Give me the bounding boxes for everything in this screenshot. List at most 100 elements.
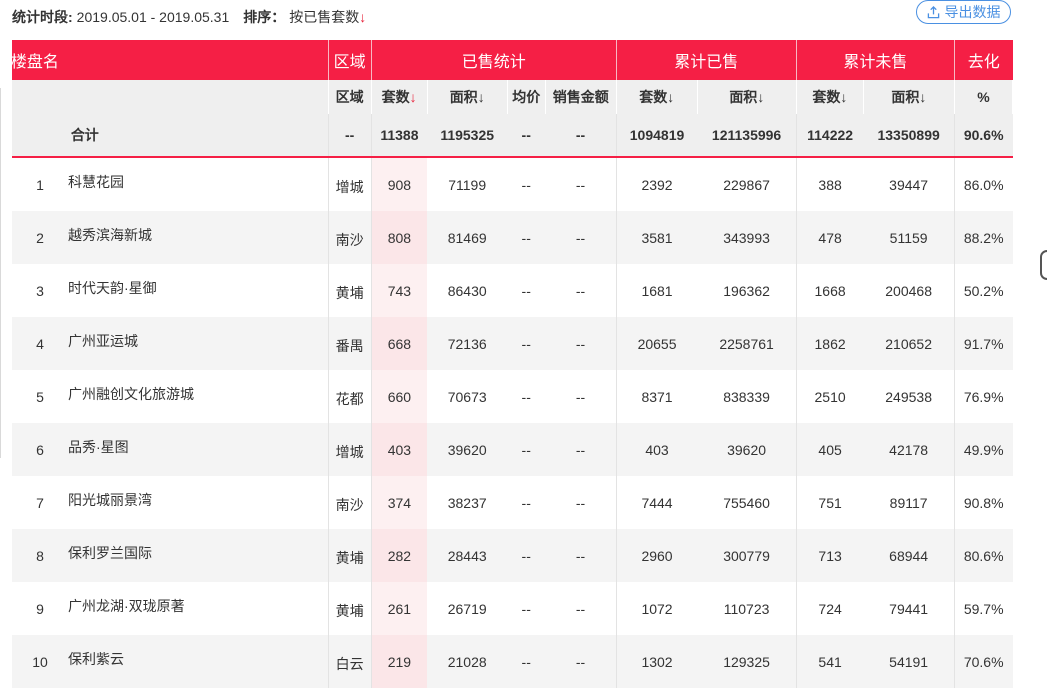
cell-cum-unsold-area: 200468 — [885, 282, 932, 299]
row-rank: 2 — [36, 229, 44, 246]
cell-district: 黄埔 — [327, 529, 372, 582]
cell-cum-unsold-units: 478 — [795, 211, 864, 264]
cell-sold-units: 261 — [370, 582, 428, 635]
cell-district: 黄埔 — [327, 264, 372, 317]
table-row[interactable]: 5 广州融创文化旅游城 花都 660 70673 -- -- 8371 838339 2510 24… — [12, 370, 1013, 423]
cell-sales-amount: -- — [545, 635, 617, 688]
cell-cum-sold-area: 229867 — [723, 176, 770, 193]
cell-cum-unsold-area: 42178 — [863, 423, 955, 476]
cell-sales-amount: -- — [575, 600, 586, 617]
cell-sold-units: 808 — [370, 211, 428, 264]
cell-sold-units: 403 — [370, 423, 428, 476]
table-row[interactable]: 3 时代天韵·星御 黄埔 743 86430 -- -- 1681 196362 1668 2004… — [12, 264, 1013, 317]
project-name-link[interactable]: 广州龙湖·双珑原著 — [68, 598, 185, 614]
row-rank: 5 — [36, 388, 44, 405]
cell-sold-area: 38237 — [447, 494, 487, 511]
sort-value[interactable]: 按已售套数 — [289, 9, 359, 25]
table-row[interactable]: 1 科慧花园 增城 908 71199 -- -- 2392 229867 388 39447 86.… — [12, 157, 1013, 211]
cell-district: 白云 — [327, 635, 372, 688]
cell-cum-unsold-units: 1668 — [795, 264, 864, 317]
cell-cum-sold-area: 343993 — [697, 211, 797, 264]
project-name-link[interactable]: 保利罗兰国际 — [68, 545, 152, 561]
total-cum-sold-units: 1094819 — [615, 114, 698, 158]
cell-cum-unsold-area: 210652 — [863, 317, 955, 370]
total-sold-units: 11388 — [370, 114, 428, 158]
cell-cum-sold-units: 2392 — [615, 157, 698, 211]
cell-absorption: 70.6% — [953, 635, 1013, 688]
sort-label: 排序： — [243, 9, 286, 25]
project-name-link[interactable]: 阳光城丽景湾 — [68, 492, 152, 508]
table-row[interactable]: 6 品秀·星图 增城 403 39620 -- -- 403 39620 405 42178 49.9… — [12, 423, 1013, 476]
sort-cum-sold-area[interactable]: 面积↓ — [697, 80, 797, 114]
export-data-button[interactable]: 导出数据 — [916, 0, 1011, 24]
cell-absorption: 49.9% — [953, 423, 1013, 476]
sort-cum-unsold-area[interactable]: 面积↓ — [863, 80, 955, 114]
cell-sales-amount: -- — [575, 388, 586, 405]
cell-absorption: 76.9% — [953, 370, 1013, 423]
cell-cum-unsold-area: 51159 — [863, 211, 955, 264]
cell-project: 9 广州龙湖·双珑原著 — [12, 582, 328, 635]
project-name-link[interactable]: 科慧花园 — [68, 174, 124, 190]
sort-cum-sold-units[interactable]: 套数↓ — [615, 80, 698, 114]
cell-cum-unsold-units: 388 — [795, 157, 864, 211]
total-district: -- — [327, 114, 372, 158]
cell-absorption: 86.0% — [953, 157, 1013, 211]
project-name-link[interactable]: 广州融创文化旅游城 — [68, 386, 194, 402]
table-row[interactable]: 10 保利紫云 白云 219 21028 -- -- 1302 129325 541 54191 70… — [12, 635, 1013, 688]
group-header-row: 楼盘名 区域 已售统计 累计已售 累计未售 去化 — [12, 40, 1013, 80]
project-name-link[interactable]: 广州亚运城 — [68, 333, 138, 349]
cell-avg-price: -- — [521, 176, 531, 193]
sort-sold-units[interactable]: 套数↓ — [370, 80, 428, 114]
sort-down-arrow-icon: ↓ — [919, 89, 927, 105]
sort-down-arrow-icon: ↓ — [477, 89, 485, 105]
row-rank: 6 — [36, 441, 44, 458]
cell-sold-area: 81469 — [427, 211, 508, 264]
project-name-link[interactable]: 时代天韵·星御 — [68, 280, 157, 296]
table-row[interactable]: 8 保利罗兰国际 黄埔 282 28443 -- -- 2960 300779 713 68944 8… — [12, 529, 1013, 582]
cell-absorption: 88.2% — [953, 211, 1013, 264]
total-sold-area: 1195325 — [427, 114, 508, 158]
project-name-link[interactable]: 品秀·星图 — [68, 439, 129, 455]
cell-cum-sold-area: 129325 — [697, 635, 797, 688]
table-row[interactable]: 2 越秀滨海新城 南沙 808 81469 -- -- 3581 343993 478 51159 8… — [12, 211, 1013, 264]
sort-sold-area[interactable]: 面积↓ — [427, 80, 508, 114]
cell-cum-unsold-area: 79441 — [889, 600, 929, 617]
cell-avg-price: -- — [507, 529, 546, 582]
cell-sold-units: 374 — [370, 476, 428, 529]
table-row[interactable]: 7 阳光城丽景湾 南沙 374 38237 -- -- 7444 755460 751 89117 9… — [12, 476, 1013, 529]
header-cumulative-unsold: 累计未售 — [795, 40, 955, 80]
table-row[interactable]: 4 广州亚运城 番禺 668 72136 -- -- 20655 2258761 1862 2106… — [12, 317, 1013, 370]
scroll-handle[interactable] — [1040, 250, 1047, 280]
cell-absorption: 80.6% — [953, 529, 1013, 582]
period-label: 统计时段: — [12, 9, 73, 25]
cell-cum-sold-units: 1302 — [615, 635, 698, 688]
cell-cum-sold-units: 403 — [615, 423, 698, 476]
cell-sales-amount: -- — [575, 494, 586, 511]
cell-absorption: 90.8% — [953, 476, 1013, 529]
cell-cum-sold-units: 3581 — [615, 211, 698, 264]
cell-absorption: 91.7% — [953, 317, 1013, 370]
project-name-link[interactable]: 保利紫云 — [68, 651, 124, 667]
table-row[interactable]: 9 广州龙湖·双珑原著 黄埔 261 26719 -- -- 1072 110723 724 794… — [12, 582, 1013, 635]
cell-project: 10 保利紫云 — [12, 635, 329, 688]
cell-district: 南沙 — [327, 211, 372, 264]
sub-header-district: 区域 — [327, 80, 372, 114]
cell-avg-price: -- — [507, 211, 546, 264]
cell-district: 番禺 — [327, 317, 372, 370]
cell-avg-price: -- — [521, 388, 531, 405]
cell-cum-unsold-area: 249538 — [885, 388, 932, 405]
cell-sold-units: 219 — [370, 635, 428, 688]
cell-cum-unsold-area: 68944 — [863, 529, 955, 582]
sort-cum-unsold-units[interactable]: 套数↓ — [795, 80, 864, 114]
cell-cum-sold-area: 755460 — [723, 494, 770, 511]
cell-cum-sold-units: 7444 — [615, 476, 698, 529]
cell-district: 增城 — [327, 423, 372, 476]
toolbar: 统计时段: 2019.05.01 - 2019.05.31 排序： 按已售套数↓ 导出… — [0, 0, 1047, 34]
cell-avg-price: -- — [521, 600, 531, 617]
cell-cum-sold-units: 1072 — [615, 582, 698, 635]
cell-cum-sold-area: 196362 — [723, 282, 770, 299]
project-name-link[interactable]: 越秀滨海新城 — [68, 227, 152, 243]
cell-district: 花都 — [327, 370, 372, 423]
cell-cum-sold-area: 110723 — [723, 600, 770, 617]
cell-sales-amount: -- — [575, 176, 586, 193]
